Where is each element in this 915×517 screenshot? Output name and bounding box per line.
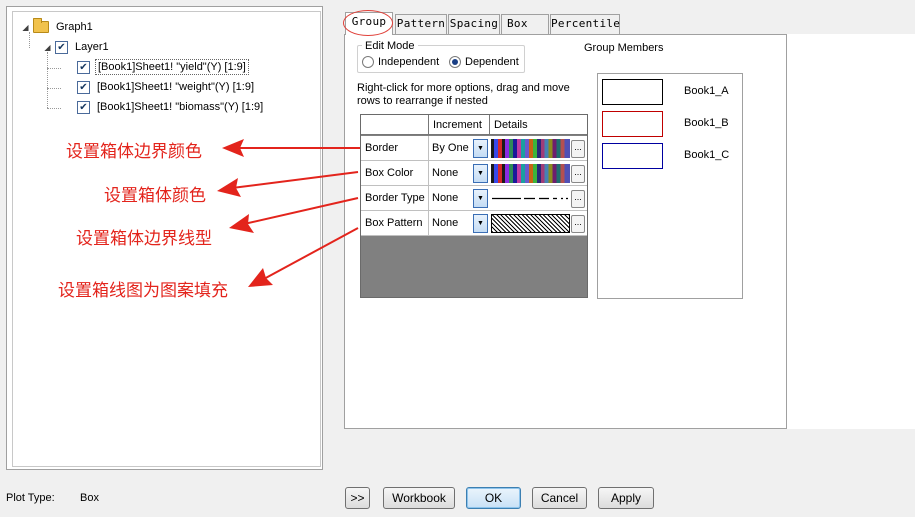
tab-box[interactable]: Box	[501, 14, 549, 34]
table-header: Increment Details	[361, 115, 587, 135]
group-members-list: Book1_A Book1_B Book1_C	[597, 73, 743, 299]
row-name: Box Color	[365, 167, 414, 179]
increment-value[interactable]: By One	[428, 136, 472, 160]
table-row[interactable]: Border Color By One ▼ ...	[361, 136, 587, 178]
plot-type-value: Box	[80, 492, 99, 504]
annotation-border-type: 设置箱体边界线型	[76, 229, 212, 249]
increment-value[interactable]: None	[428, 161, 472, 185]
tab-spacing[interactable]: Spacing	[448, 14, 500, 34]
edit-mode-title: Edit Mode	[362, 40, 418, 52]
tab-pattern[interactable]: Pattern	[395, 14, 447, 34]
hint-text: Right-click for more options, drag and m…	[357, 82, 570, 107]
dropdown-arrow-icon[interactable]: ▼	[473, 214, 488, 233]
tree-guide-line	[47, 68, 61, 69]
plot-label: [Book1]Sheet1! "yield"(Y) [1:9]	[95, 59, 249, 75]
plot-checkbox[interactable]: ✔	[77, 100, 90, 114]
member-swatch-c	[602, 143, 663, 169]
table-row[interactable]: Box Color None ▼ ...	[361, 161, 587, 186]
plot-type-label: Plot Type:	[6, 492, 55, 504]
plot-label: [Book1]Sheet1! "biomass"(Y) [1:9]	[97, 101, 264, 113]
member-swatch-a	[602, 79, 663, 105]
dialog-background	[787, 34, 915, 429]
plot-checkbox[interactable]: ✔	[77, 80, 90, 94]
header-increment: Increment	[428, 115, 489, 135]
member-label: Book1_A	[684, 85, 729, 97]
tree-item-plot[interactable]: ✔ [Book1]Sheet1! "yield"(Y) [1:9]	[77, 59, 249, 75]
header-details: Details	[489, 115, 587, 135]
more-options-button[interactable]: ...	[571, 215, 585, 233]
tree-item-plot[interactable]: ✔ [Book1]Sheet1! "weight"(Y) [1:9]	[77, 79, 256, 95]
row-name: Border Color	[365, 142, 399, 178]
line-style-icon	[492, 197, 568, 200]
annotation-box-pattern: 设置箱线图为图案填充	[58, 281, 228, 301]
row-name: Border Type	[365, 192, 425, 204]
tree-item-graph[interactable]: ◢ Graph1	[21, 18, 95, 35]
dropdown-arrow-icon[interactable]: ▼	[473, 189, 488, 208]
tab-percentile[interactable]: Percentile	[550, 14, 620, 34]
tab-group[interactable]: Group	[345, 12, 393, 35]
collapse-icon[interactable]: ◢	[43, 43, 52, 52]
member-label: Book1_C	[684, 149, 730, 161]
member-swatch-b	[602, 111, 663, 137]
tree-guide-line	[47, 108, 61, 109]
collapse-icon[interactable]: ◢	[21, 23, 30, 32]
tree-item-layer[interactable]: ◢ ✔ Layer1	[43, 39, 111, 55]
color-list-preview[interactable]	[491, 164, 570, 183]
row-name: Box Pattern	[365, 217, 423, 229]
ok-button[interactable]: OK	[466, 487, 521, 509]
tree-item-plot[interactable]: ✔ [Book1]Sheet1! "biomass"(Y) [1:9]	[77, 99, 265, 115]
increment-value[interactable]: None	[428, 186, 472, 210]
dropdown-arrow-icon[interactable]: ▼	[473, 164, 488, 183]
more-options-button[interactable]: ...	[571, 190, 585, 208]
dependent-option[interactable]: Dependent	[449, 56, 519, 68]
color-list-preview[interactable]	[491, 139, 570, 158]
plot-checkbox[interactable]: ✔	[77, 60, 90, 74]
open-folder-icon	[33, 18, 49, 33]
graph-label: Graph1	[56, 21, 93, 33]
table-row[interactable]: Box Pattern None ▼ ...	[361, 211, 587, 236]
table-row[interactable]: Border Type None ▼ ...	[361, 186, 587, 211]
expand-button[interactable]: >>	[345, 487, 370, 509]
independent-label: Independent	[378, 56, 440, 68]
cancel-button[interactable]: Cancel	[532, 487, 587, 509]
dropdown-arrow-icon[interactable]: ▼	[473, 139, 488, 158]
line-style-preview[interactable]	[491, 189, 570, 208]
plot-label: [Book1]Sheet1! "weight"(Y) [1:9]	[97, 81, 255, 93]
independent-option[interactable]: Independent	[362, 56, 439, 68]
increment-value[interactable]: None	[428, 211, 472, 235]
tree-guide-line	[47, 52, 48, 108]
layer-label: Layer1	[75, 41, 109, 53]
independent-radio[interactable]	[362, 56, 374, 68]
more-options-button[interactable]: ...	[571, 140, 585, 158]
more-options-button[interactable]: ...	[571, 165, 585, 183]
group-members-title: Group Members	[584, 42, 664, 54]
increment-table: Increment Details Border Color By One ▼ …	[360, 114, 588, 298]
layer-checkbox[interactable]: ✔	[55, 40, 68, 54]
workbook-button[interactable]: Workbook	[383, 487, 455, 509]
hatch-pattern-preview[interactable]	[491, 214, 570, 233]
dependent-label: Dependent	[465, 56, 519, 68]
tree-guide-line	[47, 88, 61, 89]
dependent-radio[interactable]	[449, 56, 461, 68]
annotation-box-color: 设置箱体颜色	[104, 186, 206, 206]
member-label: Book1_B	[684, 117, 729, 129]
apply-button[interactable]: Apply	[598, 487, 654, 509]
annotation-border-color: 设置箱体边界颜色	[66, 142, 202, 162]
